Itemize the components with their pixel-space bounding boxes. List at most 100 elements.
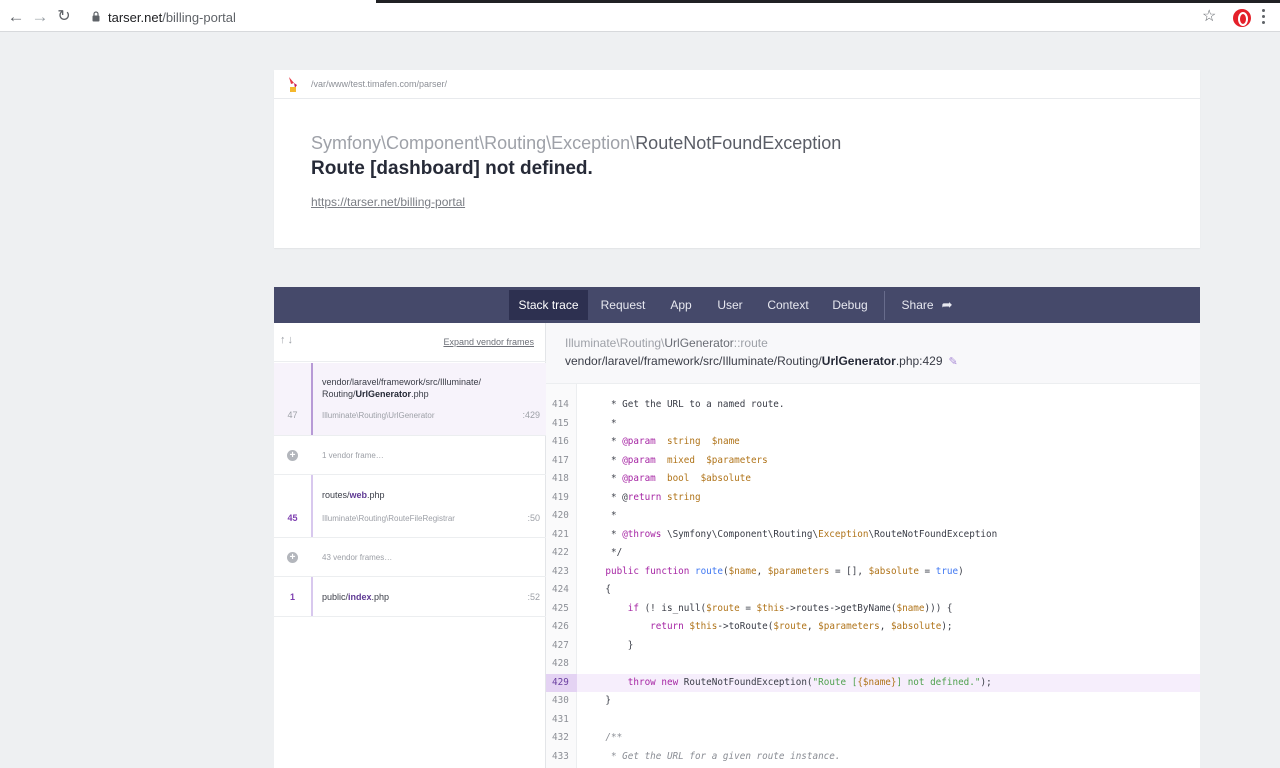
frames-list: ↑↓ Expand vendor frames 47 vendor/larave…: [274, 323, 546, 768]
tab-share[interactable]: Share ➦: [896, 290, 958, 320]
frames-header: ↑↓ Expand vendor frames: [274, 323, 546, 362]
line-number[interactable]: 427: [546, 637, 577, 656]
code-line: 420 *: [546, 507, 1200, 526]
ignition-logo-icon: [289, 77, 297, 92]
frame-file: vendor/laravel/framework/src/Illuminate/…: [322, 377, 482, 399]
code-line: 426 return $this->toRoute($route, $param…: [546, 618, 1200, 637]
app-path-bar: /var/www/test.timafen.com/parser/: [274, 70, 1200, 99]
frame-method: Illuminate\Routing\UrlGenerator::route: [565, 336, 768, 350]
frame-number: 1: [289, 592, 295, 602]
code-line: 418 * @param bool $absolute: [546, 470, 1200, 489]
frame-line: :429: [522, 410, 540, 420]
line-number[interactable]: 431: [546, 711, 577, 730]
code-text: if (! is_null($route = $this->routes->ge…: [627, 602, 953, 614]
code-text: * @param mixed $parameters: [583, 454, 768, 466]
tab-bar: Stack trace Request App User Context Deb…: [274, 287, 1200, 323]
code-line: 423 public function route($name, $parame…: [546, 563, 1200, 582]
frame-class: Illuminate\Routing\RouteFileRegistrar: [322, 514, 455, 523]
menu-icon[interactable]: [1262, 9, 1266, 27]
collapsed-vendor-frames[interactable]: + 1 vendor frame…: [274, 436, 546, 475]
code-line: 428: [546, 655, 1200, 674]
star-icon[interactable]: ☆: [1202, 6, 1216, 28]
expand-vendor-frames-link[interactable]: Expand vendor frames: [443, 337, 534, 347]
tab-debug[interactable]: Debug: [826, 290, 874, 320]
code-text: return $this->toRoute($route, $parameter…: [650, 621, 953, 632]
line-number[interactable]: 415: [546, 415, 577, 434]
line-number[interactable]: 428: [546, 655, 577, 674]
opera-icon[interactable]: [1233, 9, 1251, 27]
frame-file: public/index.php: [322, 592, 390, 602]
app-path: /var/www/test.timafen.com/parser/: [311, 79, 448, 89]
line-number[interactable]: 426: [546, 618, 577, 637]
share-icon: ➦: [941, 297, 953, 312]
code-line: 417 * @param mixed $parameters: [546, 452, 1200, 471]
code-line: 431: [546, 711, 1200, 730]
reload-icon[interactable]: ↻: [53, 5, 75, 29]
code-text: {: [583, 584, 611, 595]
line-number[interactable]: 420: [546, 507, 577, 526]
code-text: }: [583, 695, 611, 706]
back-icon[interactable]: ←: [5, 5, 27, 29]
line-number[interactable]: 418: [546, 470, 577, 489]
code-line: 429 throw new RouteNotFoundException("Ro…: [546, 673, 1200, 692]
tab-stack-trace[interactable]: Stack trace: [509, 290, 588, 320]
code-line: 432 /**: [546, 729, 1200, 748]
line-number[interactable]: 417: [546, 452, 577, 471]
line-number[interactable]: 419: [546, 489, 577, 508]
code-header: Illuminate\Routing\UrlGenerator::route v…: [546, 323, 1200, 384]
expand-plus-icon[interactable]: +: [287, 552, 298, 563]
code-line: 433 * Get the URL for a given route inst…: [546, 748, 1200, 767]
edit-pencil-icon[interactable]: ✎: [949, 355, 958, 368]
tab-user[interactable]: User: [710, 290, 750, 320]
frame-nav-arrows-icon[interactable]: ↑↓: [280, 334, 295, 346]
line-number[interactable]: 424: [546, 581, 577, 600]
line-number[interactable]: 421: [546, 526, 577, 545]
code-text: /**: [583, 732, 623, 743]
line-number[interactable]: 432: [546, 729, 577, 748]
code-line: 430 }: [546, 692, 1200, 711]
exception-message: Route [dashboard] not defined.: [311, 158, 593, 179]
code-line: 419 * @return string: [546, 489, 1200, 508]
code-line: 424 {: [546, 581, 1200, 600]
url-path: /billing-portal: [162, 10, 236, 25]
url-host: tarser.net: [108, 10, 163, 25]
tab-app[interactable]: App: [663, 290, 699, 320]
code-text: }: [583, 639, 634, 651]
line-number[interactable]: 433: [546, 748, 577, 767]
address-bar[interactable]: tarser.net/billing-portal: [108, 10, 236, 25]
frame-item[interactable]: 1 public/index.php :52: [274, 577, 546, 617]
line-number[interactable]: 425: [546, 600, 577, 619]
line-number[interactable]: 430: [546, 692, 577, 711]
frame-item[interactable]: 47 vendor/laravel/framework/src/Illumina…: [274, 363, 546, 436]
frame-file-path: vendor/laravel/framework/src/Illuminate/…: [565, 354, 958, 368]
forward-icon[interactable]: →: [29, 5, 51, 29]
code-text: *: [583, 417, 617, 429]
frame-number: 45: [287, 513, 298, 523]
line-number[interactable]: 414: [546, 396, 577, 415]
code-viewer: Illuminate\Routing\UrlGenerator::route v…: [546, 323, 1200, 768]
code-text: *: [583, 510, 617, 521]
browser-toolbar: ← → ↻ tarser.net/billing-portal ☆: [0, 3, 1280, 32]
lock-icon[interactable]: [92, 11, 100, 22]
collapsed-vendor-frames[interactable]: + 43 vendor frames…: [274, 538, 546, 577]
code-line: 421 * @throws \Symfony\Component\Routing…: [546, 526, 1200, 545]
code-text: * Get the URL for a given route instance…: [583, 750, 841, 762]
exception-class-name: RouteNotFoundException: [635, 133, 842, 153]
expand-plus-icon[interactable]: +: [287, 450, 298, 461]
frame-class: Illuminate\Routing\UrlGenerator: [322, 411, 435, 420]
tab-request[interactable]: Request: [593, 290, 653, 320]
exception-class: Symfony\Component\Routing\Exception\Rout…: [311, 133, 841, 154]
request-url-link[interactable]: https://tarser.net/billing-portal: [311, 195, 465, 209]
frame-item[interactable]: 45 routes/web.php Illuminate\Routing\Rou…: [274, 475, 546, 538]
line-number[interactable]: 416: [546, 433, 577, 452]
line-number[interactable]: 422: [546, 544, 577, 563]
vendor-frames-label: 1 vendor frame…: [322, 451, 384, 460]
tab-context[interactable]: Context: [762, 290, 814, 320]
code-text: */: [583, 547, 623, 558]
exception-header-card: /var/www/test.timafen.com/parser/ Symfon…: [274, 70, 1200, 248]
code-text: * Get the URL to a named route.: [583, 399, 785, 410]
code-text: throw new RouteNotFoundException("Route …: [627, 676, 992, 688]
code-text: * @param string $name: [583, 436, 740, 447]
line-number[interactable]: 429: [546, 673, 577, 692]
line-number[interactable]: 423: [546, 563, 577, 582]
